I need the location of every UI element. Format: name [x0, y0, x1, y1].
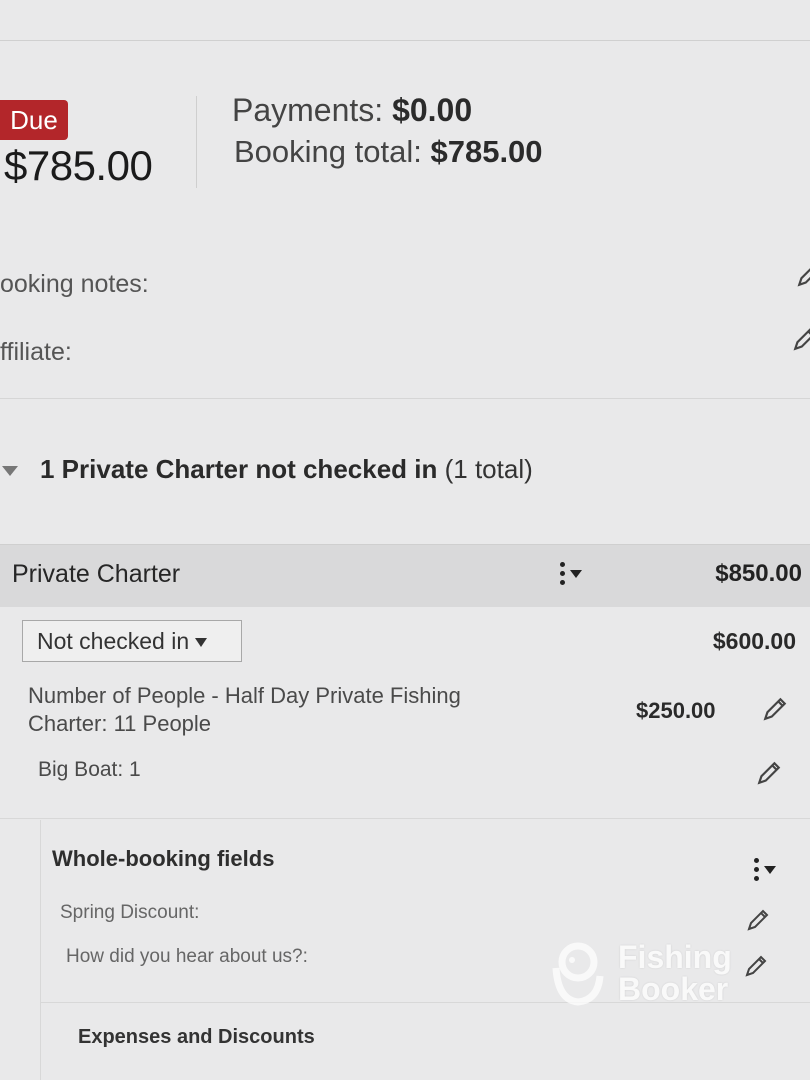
- caret-down-icon[interactable]: [2, 466, 18, 476]
- edit-affiliate-pencil-icon[interactable]: [792, 326, 810, 352]
- checkin-status-value: Not checked in: [37, 628, 190, 654]
- charter-price: $850.00: [715, 560, 802, 587]
- affiliate-label: ffiliate:: [0, 338, 72, 366]
- watermark-line2: Booker: [618, 971, 729, 1007]
- payments-label: Payments:: [232, 92, 384, 128]
- fields-divider: [0, 818, 810, 819]
- top-divider: [0, 40, 810, 41]
- booking-total-label: Booking total:: [234, 134, 422, 169]
- big-boat-item: Big Boat: 1: [38, 758, 141, 781]
- watermark-line1: Fishing: [618, 939, 732, 975]
- fishhook-logo-icon: [548, 940, 608, 1006]
- section-divider: [0, 398, 810, 399]
- edit-big-boat-pencil-icon[interactable]: [756, 760, 782, 786]
- summary-divider: [196, 96, 197, 188]
- people-count-price: $250.00: [636, 698, 716, 723]
- charter-menu-kebab-icon[interactable]: [558, 562, 588, 588]
- section-title-text: 1 Private Charter not checked in: [40, 454, 438, 484]
- payments-row: Payments: $0.00: [232, 92, 472, 129]
- spring-discount-label: Spring Discount:: [60, 902, 200, 923]
- expenses-title: Expenses and Discounts: [78, 1026, 315, 1048]
- booking-total-value: $785.00: [430, 134, 543, 169]
- payments-value: $0.00: [392, 92, 473, 128]
- section-title-count: (1 total): [444, 454, 533, 484]
- booking-notes-label: ooking notes:: [0, 270, 149, 298]
- edit-spring-discount-pencil-icon[interactable]: [746, 908, 770, 932]
- due-amount: $785.00: [4, 142, 153, 189]
- referral-source-label: How did you hear about us?:: [66, 946, 308, 967]
- checkin-section-title[interactable]: 1 Private Charter not checked in (1 tota…: [40, 454, 533, 485]
- people-count-label-line1: Number of People - Half Day Private Fish…: [28, 683, 461, 708]
- booking-total-row: Booking total: $785.00: [234, 134, 543, 170]
- due-badge: Due: [0, 100, 68, 140]
- edit-people-pencil-icon[interactable]: [762, 696, 788, 722]
- edit-booking-notes-pencil-icon[interactable]: [796, 262, 810, 288]
- charter-name: Private Charter: [12, 560, 181, 588]
- base-price: $600.00: [712, 628, 796, 654]
- chevron-down-icon: [195, 638, 208, 648]
- fishingbooker-watermark: Fishing Booker: [548, 938, 748, 1010]
- whole-booking-title: Whole-booking fields: [52, 846, 275, 871]
- people-count-item: Number of People - Half Day Private Fish…: [28, 682, 548, 738]
- whole-booking-menu-kebab-icon[interactable]: [752, 858, 782, 884]
- people-count-label-line2: Charter: 11 People: [28, 711, 212, 736]
- checkin-status-select[interactable]: Not checked in: [22, 620, 242, 662]
